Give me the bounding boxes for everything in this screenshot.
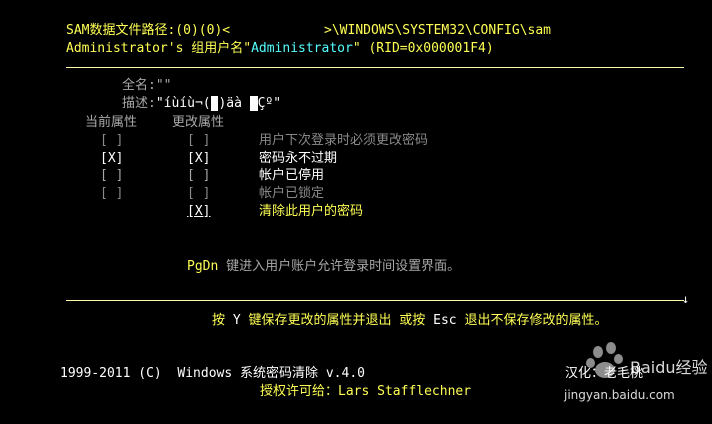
credits-line: 1999-2011 (C) Windows 系统密码清除 v.4.0 [60, 366, 365, 381]
user-rid: " (RID=0x000001F4) [352, 41, 494, 56]
fullname-row: 全名:"" [122, 78, 171, 94]
pgdn-hint: PgDn 键进入用户账户允许登录时间设置界面。 [187, 259, 460, 275]
fullname-label: 全名: [122, 78, 156, 93]
attr-label-4: 帐户已锁定 [259, 186, 325, 201]
key-y[interactable]: Y [233, 313, 241, 328]
change-attr-5[interactable]: [X] [187, 204, 210, 220]
description-value-part-c: Çº" [257, 96, 282, 111]
current-attr-4: [ ] [100, 186, 124, 201]
attr-label-3: 帐户已停用 [259, 168, 325, 183]
sam-path-line: SAM数据文件路径:(0)(0)< >\WINDOWS\SYSTEM32\CON… [66, 23, 551, 38]
change-attr-1[interactable]: [ ] [187, 133, 210, 149]
scroll-down-icon: ↓ [682, 292, 690, 306]
save-exit-hint: 按 Y 键保存更改的属性并退出 或按 Esc 退出不保存修改的属性。 [212, 313, 607, 329]
description-row: 描述:"íùíù¬( )äà Çº" [122, 96, 281, 112]
top-divider [66, 67, 684, 68]
watermark-url: jingyan.baidu.com [564, 388, 675, 402]
pgdn-key[interactable]: PgDn [187, 259, 218, 274]
license-line: 授权许可给：Lars Stafflechner [260, 384, 471, 400]
hint-part-3: 退出不保存修改的属性。 [456, 313, 608, 328]
user-name: Administrator [251, 41, 353, 56]
watermark-brand: Baidu经验 [630, 358, 708, 377]
current-attr-3: [ ] [100, 168, 124, 183]
column-change: 更改属性 [172, 115, 225, 130]
description-value-part-a: "íùíù¬( [155, 96, 211, 111]
license-label: 授权许可给： [260, 384, 339, 399]
change-attr-2[interactable]: [X] [187, 151, 210, 167]
change-attr-3[interactable]: [ ] [187, 168, 210, 184]
description-label: 描述: [122, 96, 156, 111]
bottom-divider [66, 300, 684, 301]
user-prefix: Administrator's 组用户名" [66, 41, 252, 56]
pgdn-text: 键进入用户账户允许登录时间设置界面。 [218, 259, 461, 274]
baidu-watermark: Baidu经验 jingyan.baidu.com [546, 336, 708, 414]
description-value-part-b: )äà [218, 96, 250, 111]
attr-label-2: 密码永不过期 [259, 151, 338, 166]
license-name: Lars Stafflechner [338, 384, 472, 399]
hint-part-2: 键保存更改的属性并退出 或按 [240, 313, 434, 328]
description-caret [249, 96, 258, 111]
hint-part-1: 按 [212, 313, 233, 328]
column-current: 当前属性 [85, 115, 138, 130]
user-line: Administrator's 组用户名"Administrator" (RID… [66, 41, 494, 57]
key-esc[interactable]: Esc [433, 313, 456, 328]
fullname-value[interactable]: "" [156, 78, 172, 93]
attr-label-1: 用户下次登录时必须更改密码 [259, 133, 429, 148]
current-attr-2: [X] [100, 151, 124, 166]
attr-label-5: 清除此用户的密码 [259, 204, 364, 219]
description-value[interactable]: "íùíù¬( )äà Çº" [156, 96, 281, 111]
current-attr-1: [ ] [100, 133, 124, 148]
change-attr-4[interactable]: [ ] [187, 186, 210, 202]
